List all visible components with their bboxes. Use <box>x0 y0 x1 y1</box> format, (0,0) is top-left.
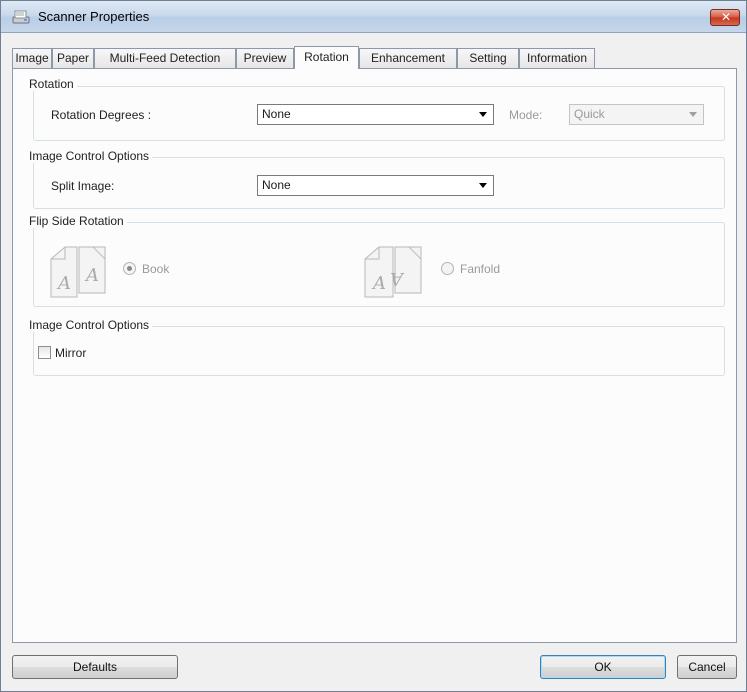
mode-label: Mode: <box>509 108 543 122</box>
title-bar: Scanner Properties ✕ <box>1 1 746 33</box>
rotation-group-label: Rotation <box>29 77 77 91</box>
chevron-down-icon <box>479 183 487 188</box>
window-title: Scanner Properties <box>38 9 150 24</box>
split-image-value: None <box>262 178 291 192</box>
tab-panel: Rotation Rotation Degrees : None Mode: Q… <box>12 68 737 643</box>
chevron-down-icon <box>689 112 697 117</box>
scanner-icon <box>12 10 30 24</box>
mirror-label: Mirror <box>55 346 87 360</box>
rotation-degrees-value: None <box>262 107 291 121</box>
mirror-group <box>33 326 725 376</box>
mode-dropdown[interactable]: Quick <box>569 104 704 125</box>
tab-preview[interactable]: Preview <box>236 48 294 68</box>
tab-setting[interactable]: Setting <box>457 48 519 68</box>
tab-label: Enhancement <box>370 51 446 65</box>
tab-label: Information <box>526 51 588 65</box>
image-control-group-label: Image Control Options <box>29 149 153 163</box>
tab-information[interactable]: Information <box>519 48 595 68</box>
scanner-properties-window: Scanner Properties ✕ Image Paper Multi-F… <box>0 0 747 692</box>
book-label: Book <box>142 262 170 276</box>
ok-button-label: OK <box>594 660 612 674</box>
split-image-dropdown[interactable]: None <box>257 175 494 196</box>
close-icon: ✕ <box>721 10 732 24</box>
defaults-button-label: Defaults <box>72 660 118 674</box>
fanfold-radio[interactable] <box>441 262 454 275</box>
cancel-button-label: Cancel <box>688 660 726 674</box>
tab-multi-feed-detection[interactable]: Multi-Feed Detection <box>94 48 236 68</box>
svg-text:A: A <box>56 273 71 294</box>
book-radio[interactable] <box>123 262 136 275</box>
svg-text:A: A <box>390 268 405 289</box>
defaults-button[interactable]: Defaults <box>12 655 178 679</box>
mirror-checkbox[interactable] <box>38 346 51 359</box>
cancel-button[interactable]: Cancel <box>677 655 737 679</box>
tab-paper[interactable]: Paper <box>52 48 94 68</box>
tab-label: Multi-Feed Detection <box>109 51 221 65</box>
tab-label: Paper <box>56 51 90 65</box>
tab-rotation[interactable]: Rotation <box>294 46 359 69</box>
fanfold-label: Fanfold <box>460 262 501 276</box>
chevron-down-icon <box>479 112 487 117</box>
tab-image[interactable]: Image <box>12 48 52 68</box>
close-button[interactable]: ✕ <box>710 9 740 26</box>
tab-label: Image <box>15 51 49 65</box>
rotation-degrees-label: Rotation Degrees : <box>51 108 152 122</box>
tab-label: Rotation <box>304 50 349 64</box>
rotation-degrees-dropdown[interactable]: None <box>257 104 494 125</box>
tab-enhancement[interactable]: Enhancement <box>359 48 457 68</box>
book-pages-icon: A A <box>50 246 106 298</box>
mirror-group-label: Image Control Options <box>29 318 153 332</box>
fanfold-pages-icon: A A <box>364 246 422 298</box>
flip-side-group-label: Flip Side Rotation <box>29 214 127 228</box>
svg-text:A: A <box>371 273 386 294</box>
tab-label: Setting <box>469 51 507 65</box>
ok-button[interactable]: OK <box>540 655 666 679</box>
mode-value: Quick <box>574 107 605 121</box>
svg-text:A: A <box>84 265 99 286</box>
tab-label: Preview <box>243 51 287 65</box>
split-image-label: Split Image: <box>51 179 115 193</box>
